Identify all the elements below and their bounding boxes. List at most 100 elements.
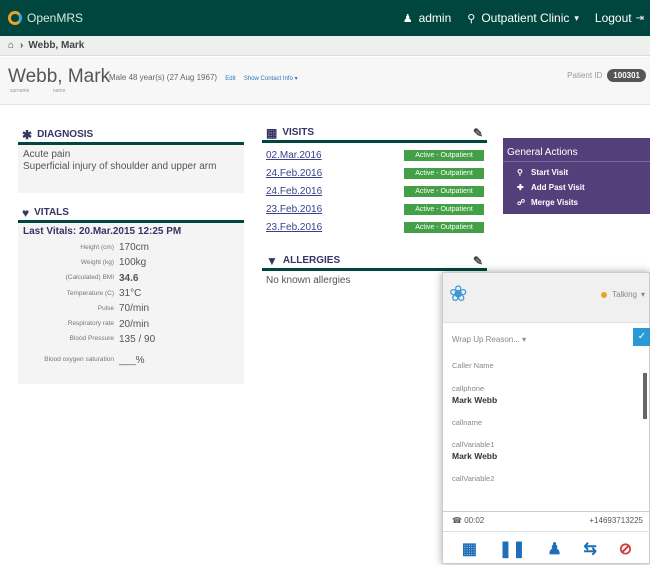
agent-status-dropdown[interactable]: Talking ▾ — [601, 290, 645, 299]
diagnosis-section: ✱ DIAGNOSIS Acute pain Superficial injur… — [18, 127, 244, 193]
breadcrumb: ⌂ › Webb, Mark — [0, 36, 650, 56]
patient-info: Male 48 year(s) (27 Aug 1967) Edit Show … — [109, 73, 298, 82]
last-vitals-date: Last Vitals: 20.Mar.2015 12:25 PM — [23, 226, 182, 237]
vital-label: Respiratory rate — [67, 320, 114, 328]
transfer-icon[interactable]: ⇆ — [584, 539, 597, 559]
pencil-icon[interactable]: ✎ — [473, 254, 483, 268]
top-navbar: OpenMRS ♟ admin ⚲ Outpatient Clinic ▾ Lo… — [0, 0, 650, 36]
visit-date-link[interactable]: 24.Feb.2016 — [262, 186, 404, 197]
location-menu[interactable]: ⚲ Outpatient Clinic ▾ — [467, 11, 579, 25]
home-icon[interactable]: ⌂ — [8, 40, 14, 51]
scrollbar[interactable] — [643, 373, 647, 419]
visit-status-badge: Active - Outpatient — [404, 185, 484, 197]
visit-status-badge: Active - Outpatient — [404, 221, 484, 233]
chevron-down-icon: ▾ — [574, 12, 579, 23]
vital-label: Height (cm) — [80, 243, 114, 251]
breadcrumb-current[interactable]: Webb, Mark — [28, 40, 84, 51]
vital-value: 135 / 90 — [119, 333, 156, 345]
vital-label: (Calculated) BMI — [65, 274, 114, 282]
action-label: Merge Visits — [531, 198, 578, 207]
plus-icon: ✚ — [517, 183, 524, 192]
vital-label: Pulse — [97, 304, 114, 312]
diagnosis-list: Acute pain Superficial injury of shoulde… — [18, 145, 244, 193]
user-menu[interactable]: ♟ admin — [403, 11, 452, 25]
location-label: Outpatient Clinic — [481, 11, 570, 25]
patient-name: Webb, Mark — [8, 66, 111, 87]
confirm-wrap-up-button[interactable]: ✓ — [633, 328, 650, 346]
visit-status-badge: Active - Outpatient — [404, 149, 484, 161]
visit-row: 24.Feb.2016 Active - Outpatient — [262, 164, 487, 182]
visit-date-link[interactable]: 23.Feb.2016 — [262, 204, 404, 215]
vitals-title: VITALS — [34, 207, 69, 218]
chevron-down-icon: ▾ — [640, 290, 645, 299]
calendar-icon: ▦ — [266, 125, 278, 140]
softphone-logo-icon: ❀ — [449, 281, 468, 306]
visit-row: 23.Feb.2016 Active - Outpatient — [262, 200, 487, 218]
vitals-list: Last Vitals: 20.Mar.2015 12:25 PM Height… — [18, 223, 244, 384]
phone-icon: ☎ — [452, 516, 462, 525]
user-icon: ♟ — [402, 12, 413, 25]
callphone-label: callphone — [452, 384, 485, 393]
patient-id-label: Patient ID — [567, 71, 603, 80]
vital-value: 20/min — [119, 318, 150, 330]
vital-label: Blood Pressure — [69, 335, 114, 343]
vitals-section: ♥ VITALS Last Vitals: 20.Mar.2015 12:25 … — [18, 205, 244, 384]
action-label: Start Visit — [531, 168, 569, 177]
logo-text: OpenMRS — [27, 11, 84, 25]
vital-value: ___% — [119, 354, 145, 366]
status-dot-icon — [601, 291, 608, 298]
wrap-up-row: Wrap Up Reason... ▾ ✓ — [443, 325, 650, 357]
vital-value: 170cm — [119, 242, 150, 254]
map-marker-icon: ⚲ — [467, 12, 476, 25]
user-label: admin — [418, 11, 452, 25]
wrap-up-reason-select[interactable]: Wrap Up Reason... ▾ — [452, 335, 526, 344]
allergies-icon: ▼ — [266, 253, 278, 268]
visit-date-link[interactable]: 24.Feb.2016 — [262, 168, 404, 179]
allergies-title: ALLERGIES — [282, 255, 341, 266]
merge-visits-action[interactable]: ☍ Merge Visits — [503, 195, 650, 210]
diagnosis-header: ✱ DIAGNOSIS — [18, 127, 244, 145]
call-timer: ☎ 00:02 — [452, 516, 484, 525]
hang-up-icon[interactable]: ⊘ — [619, 539, 632, 559]
softphone-toolbar: ▦ ❚❚ ♟ ⇆ ⊘ — [443, 531, 650, 565]
vital-value: 31°C — [119, 288, 142, 300]
contact-icon[interactable]: ♟ — [547, 539, 561, 559]
vital-row: Pulse 70/min — [23, 301, 239, 316]
start-visit-action[interactable]: ⚲ Start Visit — [503, 165, 650, 180]
visits-section: ▦ VISITS ✎ 02.Mar.2016 Active - Outpatien… — [262, 125, 487, 236]
visit-date-link[interactable]: 02.Mar.2016 — [262, 150, 404, 161]
vital-row: Temperature (C) 31°C — [23, 286, 239, 301]
caller-name-label: Caller Name — [452, 361, 494, 370]
vital-label: Temperature (C) — [66, 289, 114, 297]
vital-row: (Calculated) BMI 34.6 — [23, 271, 239, 286]
logout-link[interactable]: Logout ⇥ — [595, 11, 644, 25]
visits-title: VISITS — [282, 127, 315, 138]
patient-demographics: Male 48 year(s) (27 Aug 1967) — [109, 73, 218, 82]
heart-icon: ♥ — [22, 205, 30, 220]
vital-row: Height (cm) 170cm — [23, 240, 239, 255]
callname-label: callname — [452, 418, 483, 427]
add-past-visit-action[interactable]: ✚ Add Past Visit — [503, 180, 650, 195]
dialpad-icon[interactable]: ▦ — [462, 539, 477, 559]
visits-list: 02.Mar.2016 Active - Outpatient 24.Feb.20… — [262, 143, 487, 236]
openmrs-logo[interactable]: OpenMRS — [8, 11, 83, 25]
general-actions-title: General Actions — [503, 138, 650, 162]
patient-id-badge: 100301 — [607, 69, 646, 82]
vitals-header: ♥ VITALS — [18, 205, 244, 223]
diagnosis-item: Superficial injury of shoulder and upper… — [23, 161, 217, 172]
edit-link[interactable]: Edit — [225, 76, 235, 82]
callvariable2-label: callVariable2 — [452, 474, 495, 483]
vital-row: Weight (kg) 100kg — [23, 255, 239, 270]
patient-id: Patient ID 100301 — [567, 69, 646, 82]
visit-status-badge: Active - Outpatient — [404, 167, 484, 179]
vital-value: 100kg — [119, 257, 147, 269]
pause-icon[interactable]: ❚❚ — [499, 539, 526, 559]
vital-row: Blood Pressure 135 / 90 — [23, 332, 239, 347]
vital-row: Blood oxygen saturation ___% — [23, 347, 239, 373]
pencil-icon[interactable]: ✎ — [473, 126, 483, 140]
link-icon: ☍ — [517, 198, 526, 207]
vital-label: Blood oxygen saturation — [44, 356, 114, 364]
visit-date-link[interactable]: 23.Feb.2016 — [262, 222, 404, 233]
surname-label: surname — [10, 88, 30, 94]
show-contact-info-link[interactable]: Show Contact Info ▾ — [244, 76, 298, 82]
